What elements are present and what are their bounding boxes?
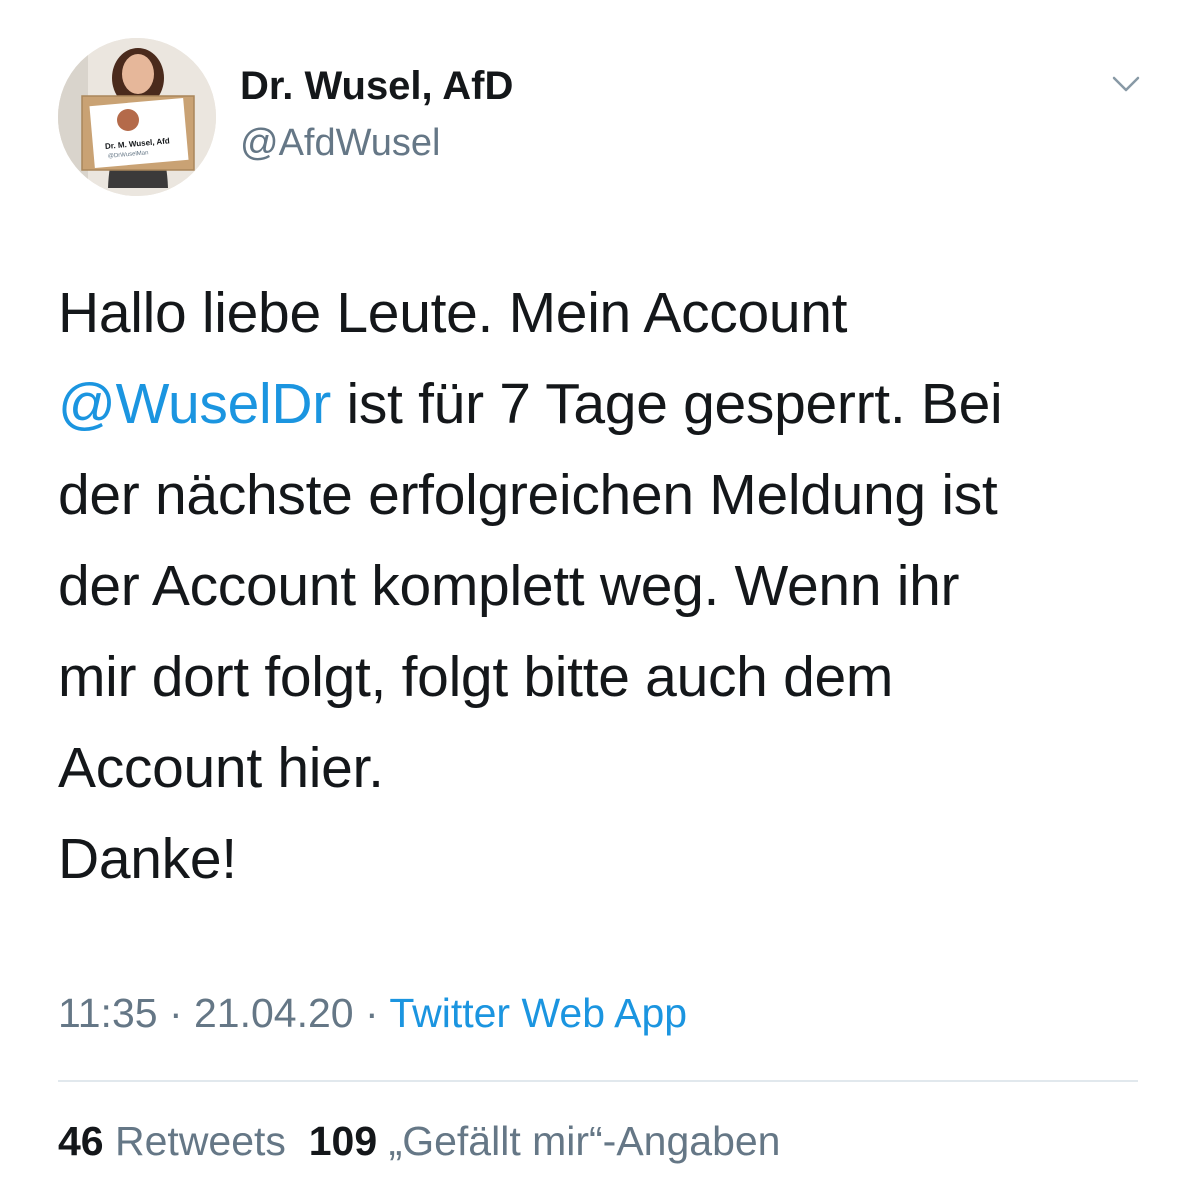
tweet-line: der Account komplett weg. Wenn ihr: [58, 554, 960, 618]
tweet-time[interactable]: 11:35: [58, 990, 158, 1036]
avatar-image: Dr. M. Wusel, Afd @DrWuselMan: [58, 38, 216, 196]
retweets-count: 46: [58, 1118, 104, 1164]
tweet-line: @WuselDr ist für 7 Tage gesperrt. Bei: [58, 359, 1158, 450]
tweet-text: Hallo liebe Leute. Mein Account @WuselDr…: [58, 268, 1158, 905]
tweet-line: mir dort folgt, folgt bitte auch dem: [58, 645, 894, 709]
tweet-line: Danke!: [58, 827, 237, 891]
tweet-line: der nächste erfolgreichen Meldung ist: [58, 463, 998, 527]
display-name[interactable]: Dr. Wusel, AfD: [240, 64, 513, 109]
likes-stat[interactable]: 109 „Gefällt mir“-Angaben: [309, 1118, 781, 1164]
retweets-stat[interactable]: 46 Retweets: [58, 1118, 286, 1164]
tweet-line: Account hier.: [58, 736, 384, 800]
engagement-stats: 46 Retweets 109 „Gefällt mir“-Angaben: [58, 1118, 781, 1165]
avatar[interactable]: Dr. M. Wusel, Afd @DrWuselMan: [58, 38, 216, 196]
tweet-date[interactable]: 21.04.20: [194, 990, 354, 1036]
meta-separator: ·: [353, 990, 390, 1036]
sign-photo-icon: [117, 109, 139, 131]
mention-link[interactable]: @WuselDr: [58, 372, 331, 436]
source-link[interactable]: Twitter Web App: [389, 990, 687, 1036]
tweet-line-text: ist für 7 Tage gesperrt. Bei: [330, 372, 1003, 436]
divider: [58, 1080, 1138, 1082]
chevron-down-icon[interactable]: [1108, 72, 1144, 96]
tweet-meta: 11:35 · 21.04.20 · Twitter Web App: [58, 990, 687, 1037]
likes-count: 109: [308, 1118, 378, 1164]
user-handle[interactable]: @AfdWusel: [240, 122, 441, 165]
retweets-label: Retweets: [115, 1118, 286, 1164]
likes-label: „Gefällt mir“-Angaben: [388, 1118, 781, 1164]
tweet-line: Hallo liebe Leute. Mein Account: [58, 281, 848, 345]
meta-separator: ·: [157, 990, 194, 1036]
